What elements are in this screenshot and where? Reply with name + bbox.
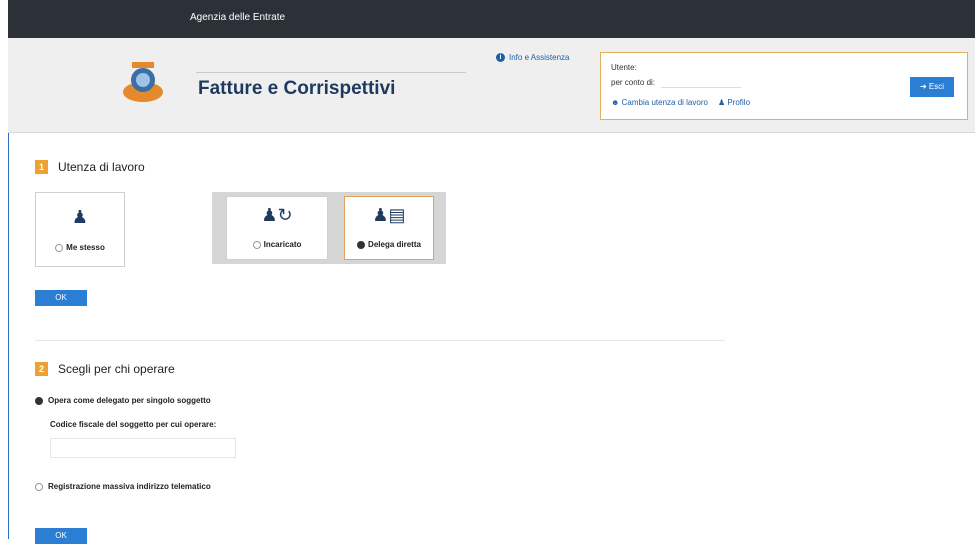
agency-title: Agenzia delle Entrate <box>190 12 286 23</box>
info-assistance-link[interactable]: i Info e Assistenza <box>496 53 569 62</box>
delega-diretta-radio[interactable] <box>357 240 366 249</box>
per-conto-label: per conto di: <box>611 78 656 87</box>
option-delega-diretta-card[interactable]: ♟▤ Delega diretta <box>344 196 434 260</box>
user-icon: ♟ <box>71 207 89 227</box>
user-box: Utente: per conto di: ☻ Cambia utenza di… <box>600 52 968 120</box>
header-divider <box>196 72 466 73</box>
section-divider <box>35 340 725 341</box>
step2-title: Scegli per chi operare <box>58 362 175 376</box>
info-assistance-label: Info e Assistenza <box>509 53 570 62</box>
user-label: Utente: <box>611 63 637 72</box>
app-title: Fatture e Corrispettivi <box>198 78 396 99</box>
single-subject-radio[interactable] <box>35 396 43 405</box>
user-icon: ♟ <box>717 98 726 107</box>
exit-label: Esci <box>928 82 945 91</box>
option-massive-registration[interactable]: Registrazione massiva indirizzo telemati… <box>35 482 211 491</box>
massive-registration-radio[interactable] <box>35 482 43 491</box>
option-delega-diretta: Delega diretta <box>345 240 433 249</box>
incaricato-radio[interactable] <box>252 240 261 249</box>
profile-label: Profilo <box>727 98 751 107</box>
option-single-subject[interactable]: Opera come delegato per singolo soggetto <box>35 396 211 405</box>
user-links: ☻ Cambia utenza di lavoro ♟ Profilo <box>611 98 750 107</box>
exit-icon: ➜ <box>919 82 927 91</box>
incaricato-label: Incaricato <box>263 240 302 249</box>
step2-badge: 2 <box>35 362 48 376</box>
option-incaricato-card[interactable]: ♟↻ Incaricato <box>226 196 328 260</box>
me-stesso-radio[interactable] <box>55 243 64 252</box>
cf-label: Codice fiscale del soggetto per cui oper… <box>50 420 217 429</box>
single-subject-label: Opera come delegato per singolo soggetto <box>48 396 211 405</box>
agency-logo-icon <box>123 62 163 102</box>
user-document-icon: ♟▤ <box>372 205 406 225</box>
option-me-stesso-card[interactable]: ♟ Me stesso <box>35 192 125 267</box>
massive-registration-label: Registrazione massiva indirizzo telemati… <box>48 482 211 491</box>
info-icon: i <box>496 53 505 62</box>
step2-ok-button[interactable]: OK <box>35 528 87 544</box>
step1-title: Utenza di lavoro <box>58 160 145 174</box>
option-incaricato: Incaricato <box>227 240 327 249</box>
per-conto-underline <box>661 87 741 88</box>
user-refresh-icon: ♟↻ <box>261 205 293 225</box>
header: Fatture e Corrispettivi i Info e Assiste… <box>8 38 975 133</box>
change-user-link[interactable]: ☻ Cambia utenza di lavoro <box>611 98 708 107</box>
profile-link[interactable]: ♟ Profilo <box>718 98 750 107</box>
top-bar: Agenzia delle Entrate <box>8 0 975 38</box>
option-me-stesso: Me stesso <box>36 243 124 252</box>
change-user-label: Cambia utenza di lavoro <box>621 98 708 107</box>
me-stesso-label: Me stesso <box>66 243 105 252</box>
delega-diretta-label: Delega diretta <box>368 240 421 249</box>
users-icon: ☻ <box>611 98 620 107</box>
step1-ok-button[interactable]: OK <box>35 290 87 306</box>
exit-button[interactable]: ➜ Esci <box>910 77 954 97</box>
step1-badge: 1 <box>35 160 48 174</box>
codice-fiscale-input[interactable] <box>50 438 236 458</box>
